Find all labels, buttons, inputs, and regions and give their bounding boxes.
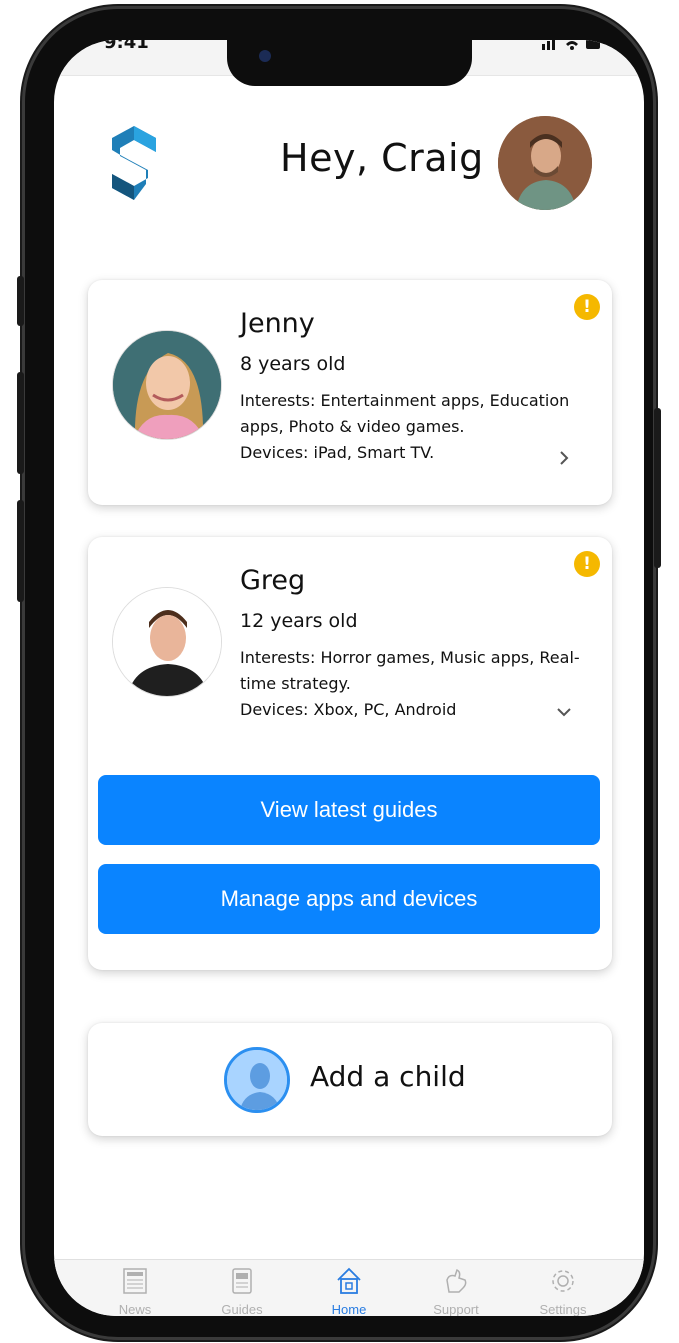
- tab-label: Guides: [221, 1302, 263, 1316]
- child-details: Interests: Entertainment apps, Education…: [240, 388, 590, 466]
- child-age: 12 years old: [240, 610, 358, 632]
- chevron-down-icon[interactable]: [556, 704, 572, 720]
- child-name: Greg: [240, 565, 306, 596]
- guides-icon: [232, 1268, 252, 1294]
- support-icon: [446, 1268, 467, 1293]
- alert-icon[interactable]: !: [574, 551, 600, 577]
- power-button: [654, 408, 661, 568]
- user-placeholder-icon: [224, 1047, 290, 1113]
- volume-down-button: [17, 500, 24, 602]
- app-screen: 9:41 Hey, Craig Jenny 8 years old Intere…: [54, 40, 644, 1316]
- child-devices: Devices: Xbox, PC, Android: [240, 700, 457, 719]
- gear-icon: [552, 1270, 574, 1292]
- tab-label: News: [118, 1302, 152, 1316]
- tab-label: Settings: [539, 1302, 587, 1316]
- child-name: Jenny: [240, 308, 315, 339]
- manage-apps-devices-button[interactable]: Manage apps and devices: [98, 864, 600, 934]
- camera-icon: [259, 50, 271, 62]
- signal-icon: [542, 40, 600, 50]
- app-logo: [112, 126, 156, 200]
- tab-home[interactable]: Home: [304, 1266, 394, 1316]
- tab-label: Support: [433, 1302, 479, 1316]
- child-avatar-greg: [112, 587, 222, 697]
- view-latest-guides-button[interactable]: View latest guides: [98, 775, 600, 845]
- tab-support[interactable]: Support: [411, 1266, 501, 1316]
- child-details: Interests: Horror games, Music apps, Rea…: [240, 645, 590, 723]
- child-card-greg[interactable]: Greg 12 years old Interests: Horror game…: [88, 537, 612, 970]
- child-age: 8 years old: [240, 353, 346, 375]
- newspaper-icon: [123, 1268, 147, 1294]
- tab-guides[interactable]: Guides: [197, 1266, 287, 1316]
- child-devices: Devices: iPad, Smart TV.: [240, 443, 435, 462]
- add-child-card[interactable]: Add a child: [88, 1023, 612, 1136]
- chevron-right-icon[interactable]: [556, 450, 572, 466]
- child-interests: Interests: Horror games, Music apps, Rea…: [240, 648, 580, 693]
- greeting-title: Hey, Craig: [280, 136, 484, 180]
- notch: [227, 40, 472, 86]
- child-avatar-jenny: [112, 330, 222, 440]
- status-icons: [540, 40, 600, 59]
- volume-up-button: [17, 372, 24, 474]
- tab-news[interactable]: News: [90, 1266, 180, 1316]
- child-interests: Interests: Entertainment apps, Education…: [240, 391, 570, 436]
- alert-icon[interactable]: !: [574, 294, 600, 320]
- mute-switch: [17, 276, 24, 326]
- tab-bar: News Guides Home Support Settings: [54, 1259, 644, 1316]
- tab-settings[interactable]: Settings: [518, 1266, 608, 1316]
- parent-avatar[interactable]: [498, 116, 592, 210]
- tab-label: Home: [331, 1302, 367, 1316]
- add-child-label: Add a child: [310, 1060, 466, 1093]
- status-time: 9:41: [104, 40, 149, 53]
- home-icon: [337, 1267, 361, 1294]
- child-card-jenny[interactable]: Jenny 8 years old Interests: Entertainme…: [88, 280, 612, 505]
